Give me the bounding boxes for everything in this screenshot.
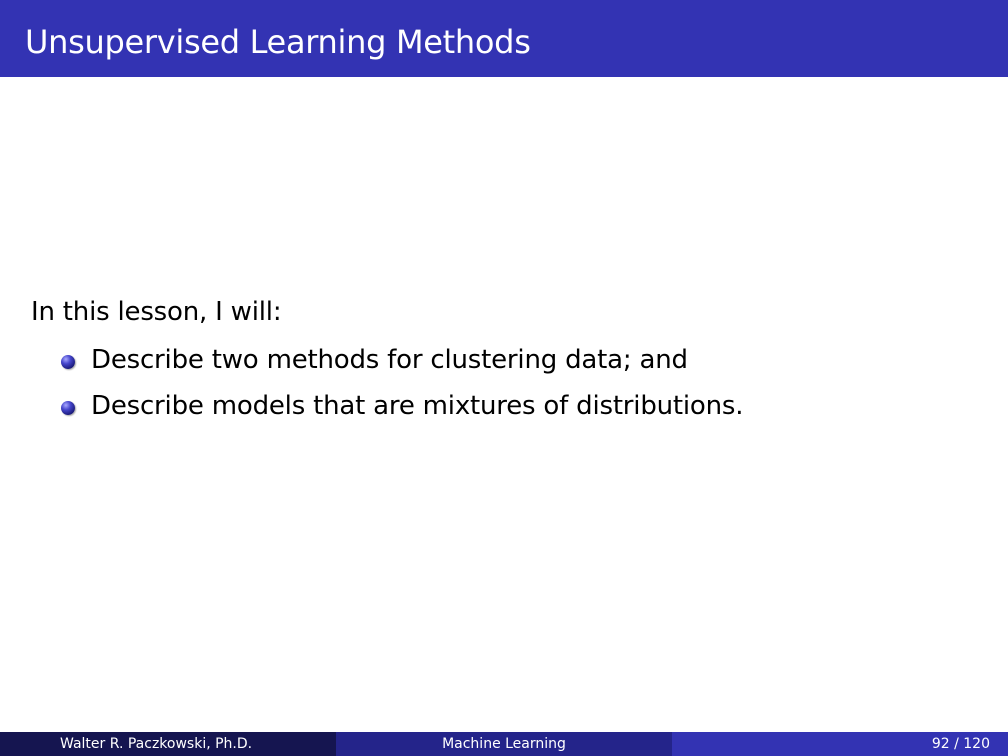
footer-page-number: 92 / 120	[672, 732, 1008, 756]
bullet-item-mixtures: Describe models that are mixtures of dis…	[31, 383, 971, 429]
bullet-text: Describe two methods for clustering data…	[91, 345, 688, 375]
bullet-list: Describe two methods for clustering data…	[31, 337, 971, 429]
footer-course-title: Machine Learning	[336, 732, 672, 756]
title-bar: Unsupervised Learning Methods	[0, 0, 1008, 77]
slide-title: Unsupervised Learning Methods	[25, 23, 531, 61]
bullet-item-clustering: Describe two methods for clustering data…	[31, 337, 971, 383]
bullet-text: Describe models that are mixtures of dis…	[91, 391, 744, 421]
footer-bar: Walter R. Paczkowski, Ph.D. Machine Lear…	[0, 732, 1008, 756]
bullet-ball-icon	[61, 355, 75, 369]
footer-author: Walter R. Paczkowski, Ph.D.	[0, 732, 336, 756]
slide-content: In this lesson, I will: Describe two met…	[31, 292, 971, 429]
slide: Unsupervised Learning Methods In this le…	[0, 0, 1008, 756]
intro-text: In this lesson, I will:	[31, 297, 282, 327]
bullet-ball-icon	[61, 401, 75, 415]
